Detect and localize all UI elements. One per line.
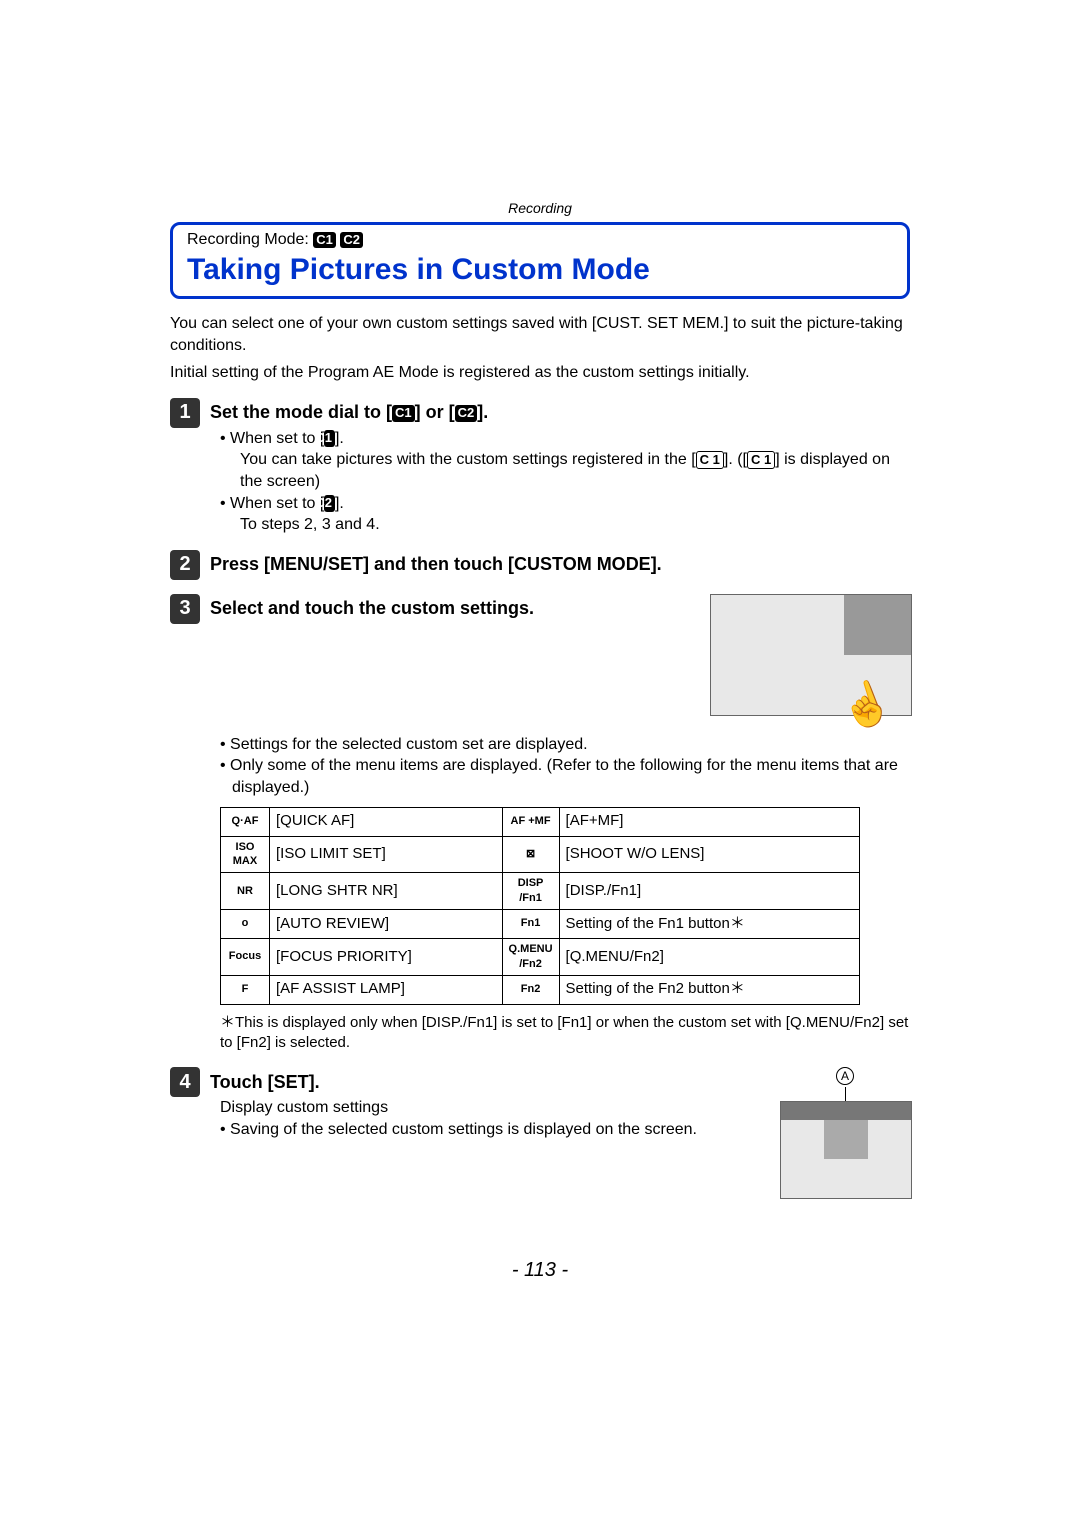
table-row: ISO MAX[ISO LIMIT SET]⊠[SHOOT W/O LENS] [221, 836, 860, 873]
mode-badge-c1: C1 [313, 232, 336, 248]
step-3: 3 Select and touch the custom settings. … [170, 594, 910, 734]
c2-icon: C2 [455, 405, 478, 422]
menu-label: [SHOOT W/O LENS] [559, 836, 859, 873]
breadcrumb: Recording [170, 200, 910, 216]
step-number-3: 3 [170, 594, 200, 624]
menu-label: [DISP./Fn1] [559, 873, 859, 910]
menu-label: [AUTO REVIEW] [270, 909, 503, 938]
step-2-title: Press [MENU/SET] and then touch [CUSTOM … [210, 554, 662, 575]
menu-label: Setting of the Fn1 button＊ [559, 909, 859, 938]
recording-mode-label: Recording Mode: [187, 231, 309, 248]
title-box: Recording Mode: C1 C2 Taking Pictures in… [170, 222, 910, 299]
step-4: A 4 Touch [SET]. Display custom settings… [170, 1067, 910, 1140]
menu-icon: AF +MF [502, 807, 559, 836]
table-row: Q·AF[QUICK AF]AF +MF[AF+MF] [221, 807, 860, 836]
step-4-title: Touch [SET]. [210, 1072, 320, 1093]
menu-icon: Q.MENU /Fn2 [502, 938, 559, 975]
table-row: Focus[FOCUS PRIORITY]Q.MENU /Fn2[Q.MENU/… [221, 938, 860, 975]
menu-icon: o [221, 909, 270, 938]
step-3-body: • Settings for the selected custom set a… [220, 734, 910, 1053]
c2-icon: C2 [324, 495, 335, 512]
menu-label: Setting of the Fn2 button＊ [559, 975, 859, 1004]
menu-icon: Fn2 [502, 975, 559, 1004]
mode-badge-c2: C2 [340, 232, 363, 248]
menu-label: [FOCUS PRIORITY] [270, 938, 503, 975]
c1-frame-icon: C 1 [747, 451, 775, 469]
callout-A: A [836, 1067, 854, 1085]
c1-frame-icon: C 1 [696, 451, 724, 469]
step-2: 2 Press [MENU/SET] and then touch [CUSTO… [170, 550, 910, 580]
display-thumb: A [780, 1067, 910, 1199]
menu-icon: Q·AF [221, 807, 270, 836]
table-row: F[AF ASSIST LAMP]Fn2Setting of the Fn2 b… [221, 975, 860, 1004]
menu-icon: F [221, 975, 270, 1004]
step3-bullet2: • Only some of the menu items are displa… [220, 755, 910, 798]
menu-icon: DISP /Fn1 [502, 873, 559, 910]
menu-label: [ISO LIMIT SET] [270, 836, 503, 873]
step1-bullet1: • When set to [C1]. [220, 428, 910, 450]
step-number-2: 2 [170, 550, 200, 580]
menu-label: [AF+MF] [559, 807, 859, 836]
step1-sub1: You can take pictures with the custom se… [220, 449, 910, 492]
menu-icon: ISO MAX [221, 836, 270, 873]
step3-footnote: ＊This is displayed only when [DISP./Fn1]… [220, 1013, 910, 1054]
c1-icon: C1 [324, 430, 335, 447]
c1-icon: C1 [392, 405, 415, 422]
intro-paragraph-1: You can select one of your own custom se… [170, 313, 910, 356]
step1-sub2: To steps 2, 3 and 4. [220, 514, 910, 536]
menu-label: [QUICK AF] [270, 807, 503, 836]
menu-items-table: Q·AF[QUICK AF]AF +MF[AF+MF]ISO MAX[ISO L… [220, 807, 860, 1005]
menu-icon: Focus [221, 938, 270, 975]
menu-icon: ⊠ [502, 836, 559, 873]
touch-grid-thumb: ☝ [710, 594, 910, 724]
recording-mode-line: Recording Mode: C1 C2 [187, 231, 893, 249]
step-1-title: Set the mode dial to [C1] or [C2]. [210, 402, 488, 423]
step1-bullet2: • When set to [C2]. [220, 493, 910, 515]
menu-icon: NR [221, 873, 270, 910]
intro-paragraph-2: Initial setting of the Program AE Mode i… [170, 362, 910, 384]
table-row: NR[LONG SHTR NR]DISP /Fn1[DISP./Fn1] [221, 873, 860, 910]
step-number-4: 4 [170, 1067, 200, 1097]
step-3-title: Select and touch the custom settings. [210, 598, 534, 619]
menu-icon: Fn1 [502, 909, 559, 938]
menu-label: [AF ASSIST LAMP] [270, 975, 503, 1004]
page-number: - 113 - [170, 1259, 910, 1282]
menu-label: [Q.MENU/Fn2] [559, 938, 859, 975]
step-1: 1 Set the mode dial to [C1] or [C2]. • W… [170, 398, 910, 536]
step-number-1: 1 [170, 398, 200, 428]
page-title: Taking Pictures in Custom Mode [187, 253, 893, 286]
step3-bullet1: • Settings for the selected custom set a… [220, 734, 910, 756]
table-row: o[AUTO REVIEW]Fn1Setting of the Fn1 butt… [221, 909, 860, 938]
menu-label: [LONG SHTR NR] [270, 873, 503, 910]
